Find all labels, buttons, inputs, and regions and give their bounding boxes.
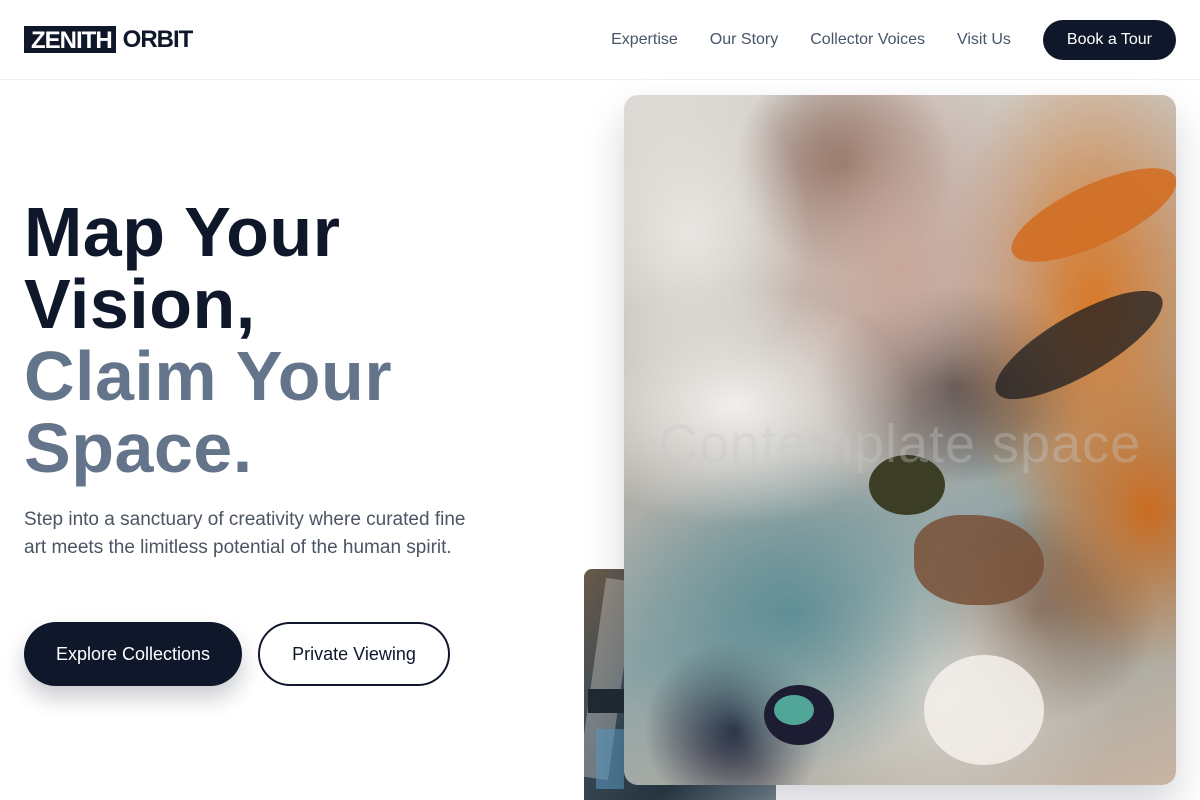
nav-link-collector-voices[interactable]: Collector Voices (810, 31, 925, 49)
hero-title-line-2: Vision, (24, 265, 256, 343)
explore-collections-button[interactable]: Explore Collections (24, 622, 242, 686)
artwork-overlay-text: Contemplate space (658, 414, 1142, 474)
logo-text: ORBIT (122, 25, 194, 53)
landing-page: ZENITH ORBIT Expertise Our Story Collect… (0, 0, 1200, 800)
hero-title-line-3: Claim Your (24, 337, 393, 415)
book-tour-button[interactable]: Book a Tour (1042, 19, 1176, 60)
brand-logo[interactable]: ZENITH ORBIT (24, 25, 194, 54)
main-nav: Expertise Our Story Collector Voices Vis… (611, 19, 1176, 60)
hero-title-line-4: Space. (24, 409, 253, 487)
hero-title-line-1: Map Your (24, 193, 341, 271)
private-viewing-button[interactable]: Private Viewing (258, 622, 450, 686)
site-header: ZENITH ORBIT Expertise Our Story Collect… (0, 0, 1200, 80)
hero-title: Map Your Vision, Claim Your Space. (24, 196, 392, 484)
hero-description: Step into a sanctuary of creativity wher… (24, 509, 466, 558)
logo-mark: ZENITH (24, 26, 116, 54)
nav-link-expertise[interactable]: Expertise (611, 31, 678, 49)
nav-link-visit-us[interactable]: Visit Us (957, 31, 1011, 49)
nav-link-our-story[interactable]: Our Story (710, 31, 778, 49)
featured-artwork-image: Contemplate space (624, 95, 1176, 785)
